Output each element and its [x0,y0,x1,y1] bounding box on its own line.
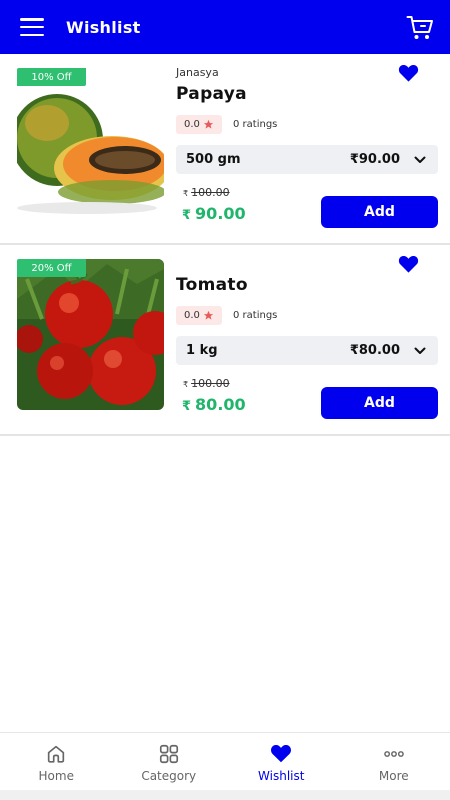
mrp-value: 100.00 [191,186,230,199]
variant-select[interactable]: 500 gm ₹90.00 [176,145,438,174]
home-icon [48,745,65,763]
rating-badge: 0.0 [176,306,222,325]
chevron-down-icon [414,156,426,163]
sale-value: 80.00 [195,395,246,414]
ratings-count: 0 ratings [233,119,278,130]
app-bar: Wishlist [0,0,450,54]
nav-item-category[interactable]: Category [113,733,226,790]
sale-price: ₹90.00 [182,204,246,223]
sale-value: 90.00 [195,204,246,223]
rupee-symbol: ₹ [182,208,192,223]
rating-value: 0.0 [184,119,200,130]
mrp-price: ₹100.00 [183,186,230,199]
hamburger-menu-icon[interactable] [20,18,44,36]
variant-size: 1 kg [186,343,218,358]
product-name[interactable]: Tomato [176,275,248,295]
rating-value: 0.0 [184,310,200,321]
wishlist-item-card[interactable]: 10% Off Janasya Papaya 0.0 0 ratings 500… [0,54,450,245]
grid-icon [159,744,178,764]
product-image-papaya[interactable] [17,68,164,219]
nav-label-wishlist: Wishlist [258,769,305,783]
brand-name: Janasya [176,66,219,79]
rupee-symbol: ₹ [182,399,192,414]
rupee-symbol: ₹ [183,189,189,198]
product-image-tomato[interactable] [17,259,164,410]
mrp-price: ₹100.00 [183,377,230,390]
mrp-value: 100.00 [191,377,230,390]
add-to-cart-button[interactable]: Add [321,196,438,228]
nav-label-category: Category [141,769,197,783]
rating-badge: 0.0 [176,115,222,134]
variant-price: ₹90.00 [349,152,400,167]
nav-label-more: More [378,769,409,783]
variant-size: 500 gm [186,152,241,167]
add-to-cart-button[interactable]: Add [321,387,438,419]
product-name[interactable]: Papaya [176,84,247,104]
discount-badge: 10% Off [17,68,86,86]
variant-select[interactable]: 1 kg ₹80.00 [176,336,438,365]
discount-badge: 20% Off [17,259,86,277]
bottom-navigation: Home Category Wishlist More [0,732,450,790]
wishlist-item-card[interactable]: 20% Off Tomato 0.0 0 ratings 1 kg ₹80.00… [0,245,450,436]
system-nav-strip [0,790,450,800]
sale-price: ₹80.00 [182,395,246,414]
nav-item-wishlist[interactable]: Wishlist [225,733,338,790]
heart-icon[interactable] [398,64,419,82]
nav-label-home: Home [38,769,74,783]
rupee-symbol: ₹ [183,380,189,389]
more-dots-icon [383,751,404,757]
variant-price: ₹80.00 [349,343,400,358]
cart-icon[interactable] [406,15,434,41]
nav-item-more[interactable]: More [338,733,450,790]
heart-icon[interactable] [398,255,419,273]
ratings-count: 0 ratings [233,310,278,321]
star-icon [203,310,213,320]
chevron-down-icon [414,347,426,354]
page-title: Wishlist [66,17,141,37]
star-icon [203,119,213,129]
nav-item-home[interactable]: Home [0,733,113,790]
heart-icon [271,744,292,763]
